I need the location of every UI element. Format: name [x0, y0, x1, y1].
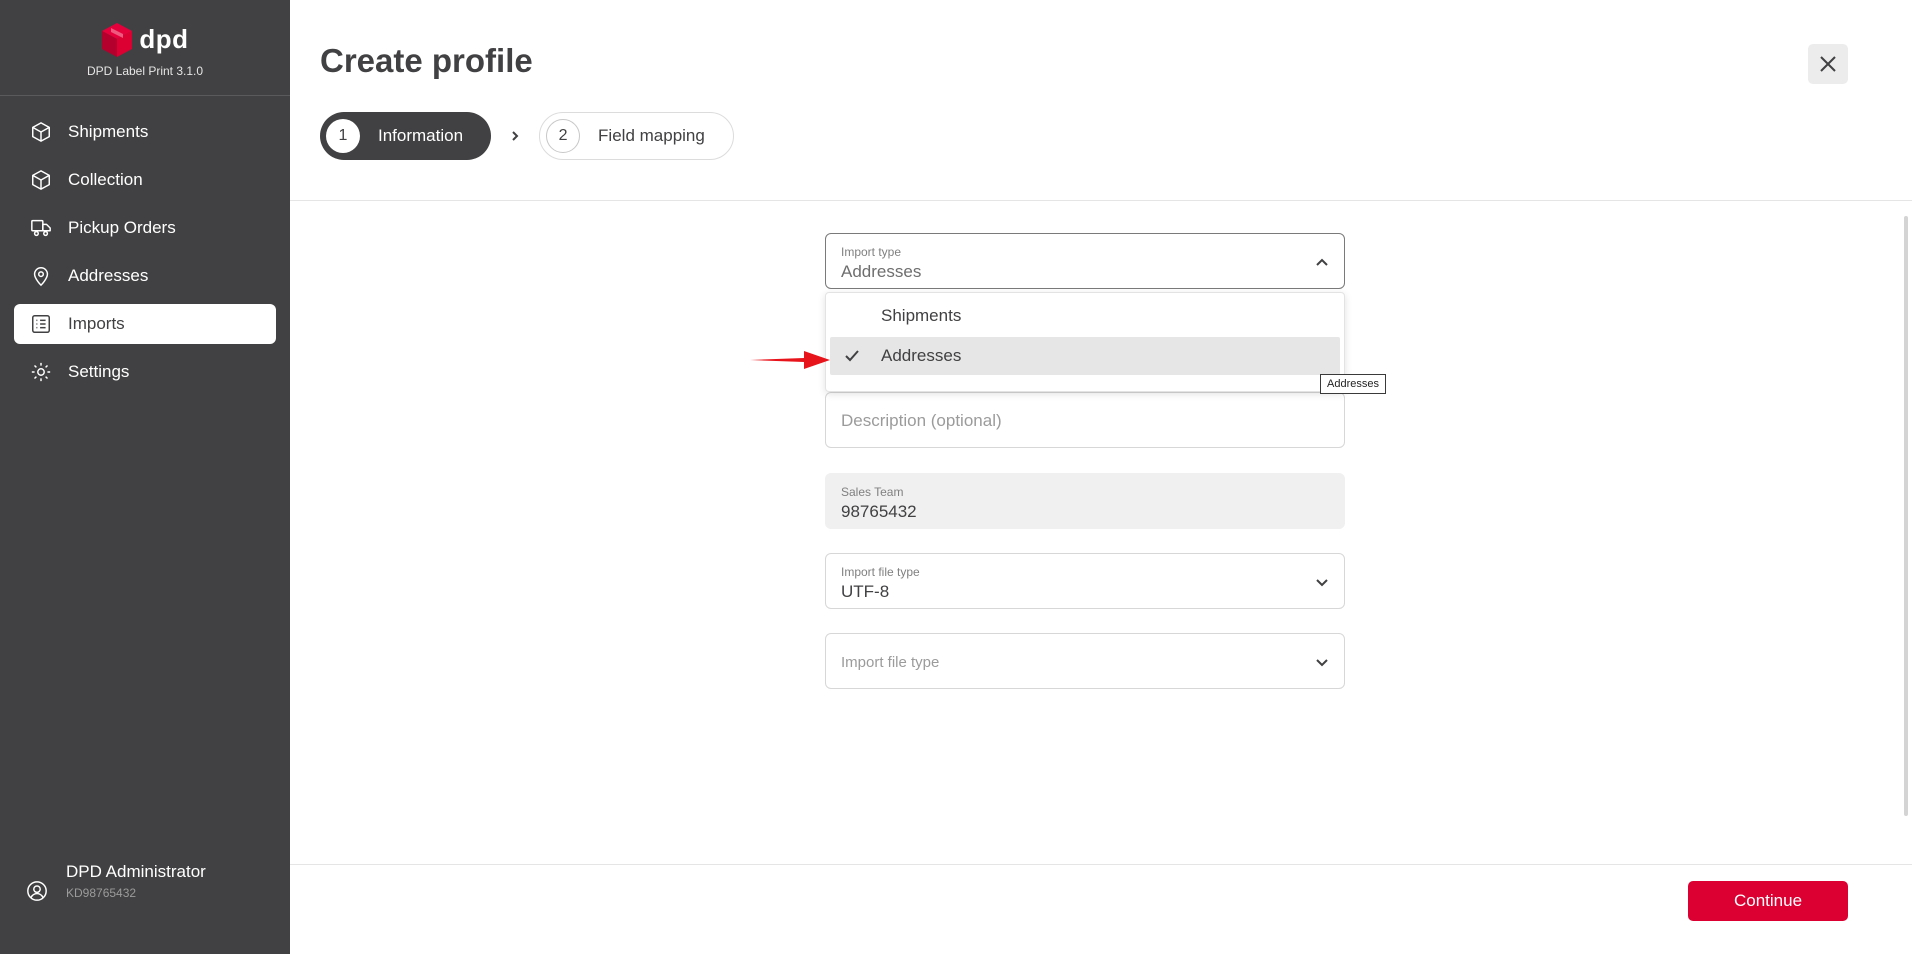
user-id: KD98765432 — [66, 886, 137, 900]
scrollbar[interactable] — [1904, 216, 1908, 816]
header-divider — [290, 200, 1912, 201]
sidebar-item-label: Collection — [68, 170, 143, 189]
field-placeholder: Import file type — [841, 654, 940, 671]
chevron-right-icon — [503, 130, 527, 142]
sidebar-item-label: Imports — [68, 314, 125, 333]
option-label: Shipments — [881, 306, 962, 325]
sidebar-item-settings[interactable]: Settings — [14, 352, 276, 392]
footer-divider — [290, 864, 1912, 865]
user-profile[interactable]: DPD Administrator KD98765432 — [26, 860, 206, 902]
import-type-select[interactable]: Import type Addresses — [825, 233, 1345, 289]
annotation-arrow-icon — [750, 351, 830, 369]
list-icon — [32, 315, 50, 333]
step-field-mapping[interactable]: 2 Field mapping — [539, 112, 734, 160]
chevron-up-icon — [1316, 258, 1328, 266]
field-placeholder: Description (optional) — [841, 411, 1002, 430]
sales-team-field: Sales Team 98765432 — [825, 473, 1345, 529]
field-label: Import type — [841, 245, 902, 259]
step-label: Information — [378, 126, 464, 145]
close-icon — [1820, 56, 1836, 72]
file-encoding-select[interactable]: Import file type UTF-8 — [825, 553, 1345, 609]
brand: dpd DPD Label Print 3.1.0 — [0, 0, 290, 96]
sidebar-item-pickup-orders[interactable]: Pickup Orders — [14, 208, 276, 248]
field-value: Addresses — [841, 262, 922, 281]
step-label: Field mapping — [598, 126, 705, 145]
dpd-logo-icon — [102, 22, 133, 57]
check-icon — [845, 350, 859, 362]
sidebar-item-collection[interactable]: Collection — [14, 160, 276, 200]
brand-name: dpd — [139, 24, 189, 54]
close-button[interactable] — [1808, 44, 1848, 84]
app-version: DPD Label Print 3.1.0 — [86, 63, 204, 78]
continue-button[interactable]: Continue — [1688, 881, 1848, 921]
sidebar: dpd DPD Label Print 3.1.0 Shipments Coll… — [0, 0, 290, 954]
chevron-down-icon — [1316, 659, 1328, 667]
sidebar-item-label: Pickup Orders — [68, 218, 176, 237]
sidebar-item-imports[interactable]: Imports — [14, 304, 276, 344]
sidebar-item-shipments[interactable]: Shipments — [14, 112, 276, 152]
page-title: Create profile — [320, 42, 533, 79]
description-field[interactable]: Description (optional) — [825, 392, 1345, 448]
dropdown-option-shipments[interactable]: Shipments — [830, 297, 1340, 335]
stepper: 1 Information 2 Field mapping — [320, 112, 734, 160]
step-number: 2 — [546, 119, 581, 153]
step-information[interactable]: 1 Information — [320, 112, 492, 160]
field-label: Sales Team — [841, 485, 904, 499]
field-label: Import file type — [841, 565, 920, 579]
sidebar-item-addresses[interactable]: Addresses — [14, 256, 276, 296]
option-label: Addresses — [881, 346, 962, 365]
sidebar-item-label: Shipments — [68, 122, 149, 141]
box-icon — [32, 170, 50, 190]
tooltip: Addresses — [1320, 374, 1386, 394]
truck-icon — [31, 219, 51, 237]
box-icon — [32, 122, 50, 142]
field-value: 98765432 — [841, 502, 917, 521]
user-circle-icon — [27, 881, 47, 901]
file-type-select[interactable]: Import file type — [825, 633, 1345, 689]
import-type-dropdown: Shipments Addresses — [825, 292, 1345, 392]
main-content: Create profile 1 Information 2 Field map… — [290, 0, 1912, 954]
location-pin-icon — [33, 267, 49, 287]
sidebar-item-label: Settings — [68, 362, 130, 381]
user-name: DPD Administrator — [66, 862, 206, 881]
dropdown-option-addresses[interactable]: Addresses — [830, 337, 1340, 375]
step-number: 1 — [326, 119, 360, 153]
field-value: UTF-8 — [841, 582, 890, 601]
gear-icon — [31, 362, 51, 382]
chevron-down-icon — [1316, 579, 1328, 587]
sidebar-item-label: Addresses — [68, 266, 149, 285]
